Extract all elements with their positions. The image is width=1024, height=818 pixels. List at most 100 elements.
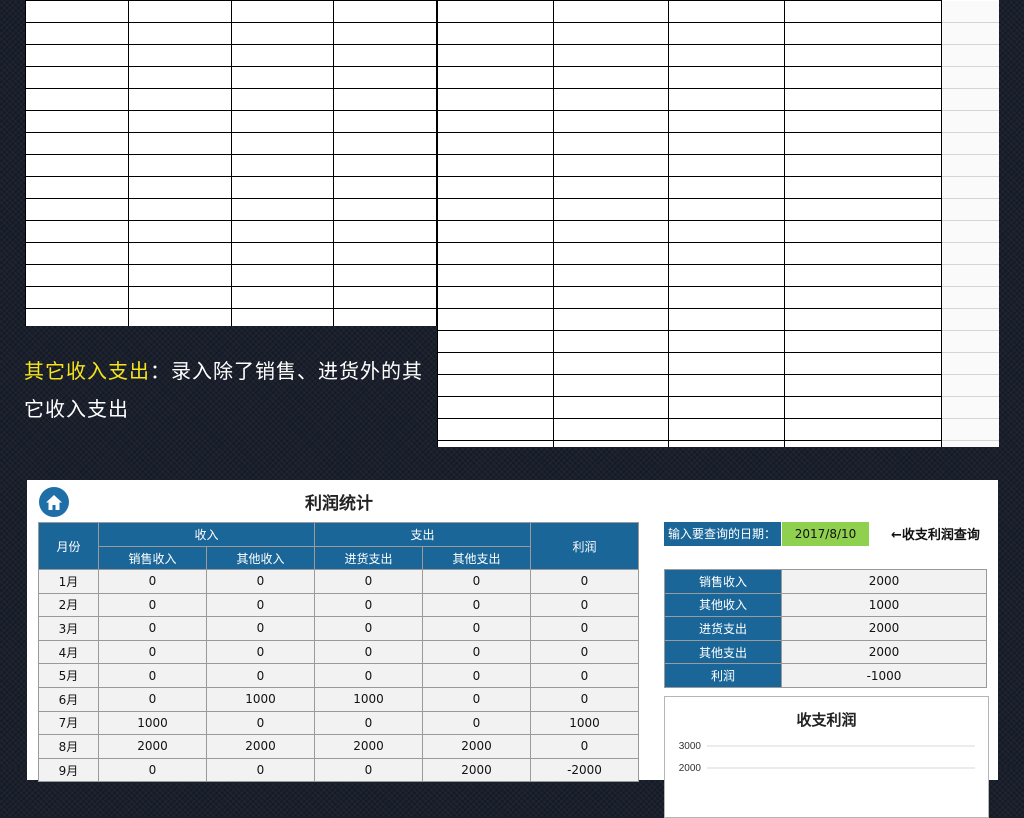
grid-cell[interactable] [941, 264, 999, 287]
grid-cell[interactable] [127, 110, 232, 133]
grid-cell[interactable] [437, 154, 554, 177]
grid-cell[interactable] [668, 440, 786, 447]
grid-cell[interactable] [127, 286, 232, 309]
grid-cell[interactable] [941, 132, 999, 155]
grid-cell[interactable] [552, 132, 670, 155]
grid-cell[interactable] [127, 66, 232, 89]
grid-cell[interactable] [552, 330, 670, 353]
grid-cell[interactable] [437, 440, 554, 447]
grid-cell[interactable] [25, 198, 129, 221]
grid-cell[interactable] [668, 286, 786, 309]
grid-cell[interactable] [25, 286, 129, 309]
grid-cell[interactable] [784, 418, 942, 441]
grid-cell[interactable] [333, 154, 437, 177]
grid-cell[interactable] [25, 242, 129, 265]
grid-cell[interactable] [230, 308, 335, 326]
grid-cell[interactable] [668, 132, 786, 155]
home-button[interactable] [39, 487, 69, 517]
grid-cell[interactable] [333, 220, 437, 243]
grid-cell[interactable] [552, 88, 670, 111]
grid-cell[interactable] [127, 220, 232, 243]
grid-cell[interactable] [941, 154, 999, 177]
grid-cell[interactable] [784, 220, 942, 243]
grid-cell[interactable] [941, 66, 999, 89]
grid-cell[interactable] [552, 220, 670, 243]
grid-cell[interactable] [941, 176, 999, 199]
grid-cell[interactable] [784, 308, 942, 331]
grid-cell[interactable] [784, 330, 942, 353]
grid-cell[interactable] [668, 110, 786, 133]
grid-cell[interactable] [668, 176, 786, 199]
grid-cell[interactable] [333, 242, 437, 265]
grid-cell[interactable] [25, 44, 129, 67]
grid-cell[interactable] [784, 44, 942, 67]
grid-cell[interactable] [25, 154, 129, 177]
grid-cell[interactable] [437, 22, 554, 45]
grid-cell[interactable] [941, 110, 999, 133]
grid-cell[interactable] [784, 132, 942, 155]
grid-cell[interactable] [437, 198, 554, 221]
grid-cell[interactable] [25, 220, 129, 243]
grid-cell[interactable] [437, 330, 554, 353]
grid-cell[interactable] [127, 132, 232, 155]
grid-cell[interactable] [668, 264, 786, 287]
grid-cell[interactable] [333, 44, 437, 67]
grid-cell[interactable] [552, 242, 670, 265]
grid-cell[interactable] [784, 396, 942, 419]
grid-cell[interactable] [784, 374, 942, 397]
grid-cell[interactable] [230, 44, 335, 67]
grid-cell[interactable] [784, 352, 942, 375]
grid-cell[interactable] [437, 396, 554, 419]
grid-cell[interactable] [333, 198, 437, 221]
grid-cell[interactable] [333, 176, 437, 199]
grid-cell[interactable] [784, 154, 942, 177]
grid-cell[interactable] [668, 88, 786, 111]
grid-cell[interactable] [552, 22, 670, 45]
grid-cell[interactable] [127, 176, 232, 199]
grid-cell[interactable] [230, 198, 335, 221]
grid-cell[interactable] [230, 264, 335, 287]
grid-cell[interactable] [941, 286, 999, 309]
grid-cell[interactable] [668, 154, 786, 177]
grid-cell[interactable] [333, 308, 437, 326]
grid-cell[interactable] [437, 132, 554, 155]
grid-cell[interactable] [127, 154, 232, 177]
grid-cell[interactable] [552, 374, 670, 397]
grid-cell[interactable] [127, 308, 232, 326]
grid-cell[interactable] [230, 0, 335, 23]
grid-cell[interactable] [784, 264, 942, 287]
grid-cell[interactable] [668, 352, 786, 375]
grid-cell[interactable] [941, 220, 999, 243]
grid-cell[interactable] [668, 220, 786, 243]
grid-cell[interactable] [552, 286, 670, 309]
grid-cell[interactable] [668, 44, 786, 67]
grid-cell[interactable] [437, 308, 554, 331]
grid-cell[interactable] [25, 308, 129, 326]
grid-cell[interactable] [941, 352, 999, 375]
grid-cell[interactable] [668, 418, 786, 441]
grid-cell[interactable] [552, 198, 670, 221]
grid-cell[interactable] [941, 22, 999, 45]
grid-cell[interactable] [25, 132, 129, 155]
grid-cell[interactable] [941, 198, 999, 221]
grid-cell[interactable] [784, 0, 942, 23]
grid-cell[interactable] [437, 66, 554, 89]
query-date-input[interactable]: 2017/8/10 [782, 522, 869, 546]
grid-cell[interactable] [552, 44, 670, 67]
grid-cell[interactable] [941, 440, 999, 447]
grid-cell[interactable] [437, 0, 554, 23]
grid-cell[interactable] [437, 418, 554, 441]
grid-cell[interactable] [784, 242, 942, 265]
grid-cell[interactable] [668, 22, 786, 45]
grid-cell[interactable] [784, 198, 942, 221]
grid-cell[interactable] [784, 22, 942, 45]
grid-cell[interactable] [437, 44, 554, 67]
grid-cell[interactable] [230, 66, 335, 89]
grid-cell[interactable] [25, 22, 129, 45]
grid-cell[interactable] [552, 66, 670, 89]
grid-cell[interactable] [552, 0, 670, 23]
grid-cell[interactable] [784, 286, 942, 309]
grid-cell[interactable] [333, 66, 437, 89]
grid-cell[interactable] [552, 440, 670, 447]
grid-cell[interactable] [941, 396, 999, 419]
